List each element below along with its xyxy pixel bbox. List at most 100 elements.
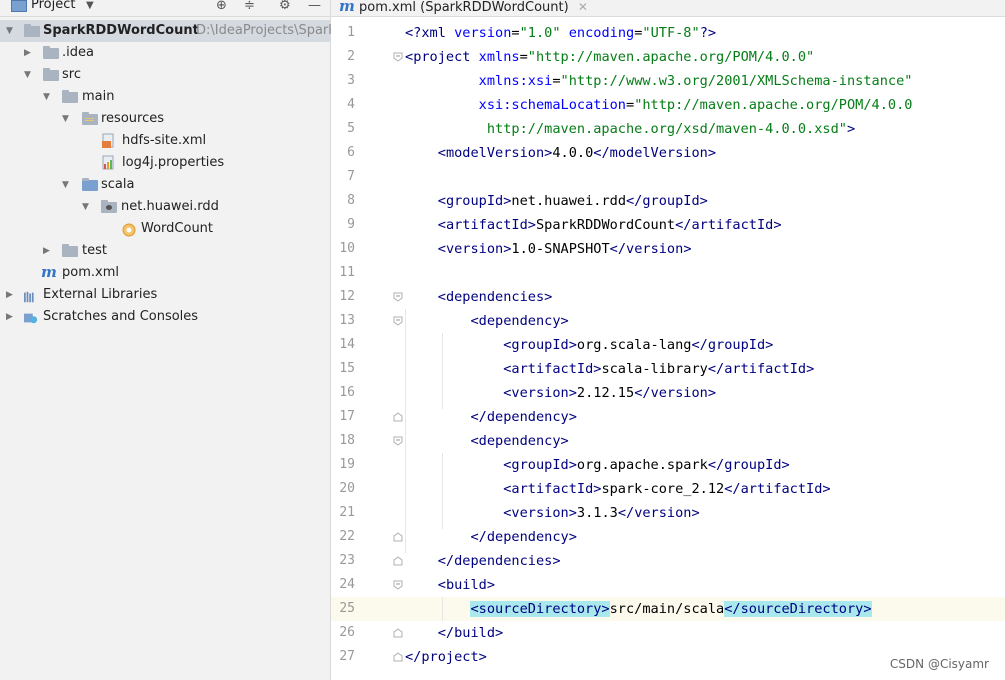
tree-item-src[interactable]: ▼ src <box>0 64 330 86</box>
collapsed-arrow-icon[interactable]: ▶ <box>43 240 50 262</box>
line-number: 15 <box>339 361 355 376</box>
gear-icon[interactable]: ⚙ <box>279 0 291 13</box>
line-number: 9 <box>347 217 355 232</box>
properties-file-icon <box>102 155 114 170</box>
tree-item-label: Scratches and Consoles <box>43 309 199 324</box>
tree-item-main[interactable]: ▼ main <box>0 86 330 108</box>
code-line: <dependency> <box>470 433 569 449</box>
code-line: <sourceDirectory>src/main/scala</sourceD… <box>470 601 872 617</box>
folder-icon <box>62 244 78 257</box>
line-number: 7 <box>347 169 355 184</box>
project-panel: Project ▼ ⊕ ≑ ⚙ — ▼ SparkRDDWordCount D:… <box>0 0 336 680</box>
line-number: 21 <box>339 505 355 520</box>
close-icon[interactable]: ✕ <box>578 0 588 14</box>
code-line: <groupId>org.apache.spark</groupId> <box>503 457 790 473</box>
folder-icon <box>62 90 78 103</box>
code-line: <dependency> <box>470 313 569 329</box>
line-number: 17 <box>339 409 355 424</box>
code-line: <groupId>net.huawei.rdd</groupId> <box>437 193 708 209</box>
line-number: 11 <box>339 265 355 280</box>
chevron-down-icon[interactable]: ▼ <box>86 0 94 11</box>
code-line: xmlns:xsi="http://www.w3.org/2001/XMLSch… <box>478 73 913 89</box>
tree-item-label: resources <box>101 111 165 126</box>
line-number: 24 <box>339 577 355 592</box>
tab-pom-xml[interactable]: m pom.xml (SparkRDDWordCount) ✕ <box>339 0 588 16</box>
expanded-arrow-icon[interactable]: ▼ <box>24 64 31 86</box>
tree-item-external-libraries[interactable]: ▶ External Libraries <box>0 284 330 306</box>
tree-item-test[interactable]: ▶ test <box>0 240 330 262</box>
code-editor[interactable]: <?xml version="1.0" encoding="UTF-8"?> <p… <box>397 17 1005 680</box>
line-number: 16 <box>339 385 355 400</box>
code-line: </dependency> <box>470 409 577 425</box>
line-number: 10 <box>339 241 355 256</box>
editor-tab-bar: m pom.xml (SparkRDDWordCount) ✕ <box>331 0 1005 17</box>
tree-item-resources[interactable]: ▼ resources <box>0 108 330 130</box>
maven-icon: m <box>41 263 57 281</box>
line-number: 18 <box>339 433 355 448</box>
expanded-arrow-icon[interactable]: ▼ <box>43 86 50 108</box>
watermark: CSDN @Cisyamr <box>889 657 989 671</box>
code-line: <artifactId>scala-library</artifactId> <box>503 361 815 377</box>
code-line: <artifactId>spark-core_2.12</artifactId> <box>503 481 831 497</box>
tree-item-label: pom.xml <box>62 265 119 280</box>
expanded-arrow-icon[interactable]: ▼ <box>6 20 13 42</box>
maven-icon: m <box>339 0 355 15</box>
line-number: 27 <box>339 649 355 664</box>
project-view-title[interactable]: Project <box>31 0 75 12</box>
collapse-all-icon[interactable]: ≑ <box>244 0 255 13</box>
line-number: 20 <box>339 481 355 496</box>
line-number: 23 <box>339 553 355 568</box>
line-number: 19 <box>339 457 355 472</box>
tree-item-package[interactable]: ▼ net.huawei.rdd <box>0 196 330 218</box>
code-line: <artifactId>SparkRDDWordCount</artifactI… <box>437 217 782 233</box>
code-line: <build> <box>437 577 496 593</box>
tree-item-hdfs-site[interactable]: hdfs-site.xml <box>0 130 330 152</box>
tab-label: pom.xml (SparkRDDWordCount) <box>359 0 569 15</box>
line-number: 4 <box>347 97 355 112</box>
line-number: 6 <box>347 145 355 160</box>
collapsed-arrow-icon[interactable]: ▶ <box>24 42 31 64</box>
tree-item-scratches[interactable]: ▶ Scratches and Consoles <box>0 306 330 328</box>
tree-item-pom[interactable]: m pom.xml <box>0 262 330 284</box>
tree-item-log4j[interactable]: log4j.properties <box>0 152 330 174</box>
folder-icon <box>24 24 40 37</box>
line-number: 1 <box>347 25 355 40</box>
collapsed-arrow-icon[interactable]: ▶ <box>6 284 13 306</box>
tree-item-label: WordCount <box>141 221 214 236</box>
line-number: 22 <box>339 529 355 544</box>
tree-item-project-root[interactable]: ▼ SparkRDDWordCount D:\IdeaProjects\Spar… <box>0 20 336 42</box>
code-line: <version>3.1.3</version> <box>503 505 700 521</box>
line-number: 3 <box>347 73 355 88</box>
tree-item-wordcount[interactable]: WordCount <box>0 218 330 240</box>
expanded-arrow-icon[interactable]: ▼ <box>82 196 89 218</box>
minimize-icon[interactable]: — <box>308 0 321 13</box>
tree-item-label: net.huawei.rdd <box>121 199 219 214</box>
expanded-arrow-icon[interactable]: ▼ <box>62 174 69 196</box>
folder-icon <box>43 46 59 59</box>
line-number: 25 <box>339 601 355 616</box>
locate-target-icon[interactable]: ⊕ <box>216 0 227 13</box>
tree-item-scala[interactable]: ▼ scala <box>0 174 330 196</box>
scala-object-icon <box>122 223 136 237</box>
line-number: 26 <box>339 625 355 640</box>
tree-item-label: main <box>82 89 115 104</box>
code-line: <modelVersion>4.0.0</modelVersion> <box>437 145 717 161</box>
project-root-path: D:\IdeaProjects\Spark <box>196 23 336 38</box>
tree-item-idea[interactable]: ▶ .idea <box>0 42 330 64</box>
folder-icon <box>43 68 59 81</box>
line-number: 13 <box>339 313 355 328</box>
collapsed-arrow-icon[interactable]: ▶ <box>6 306 13 328</box>
tree-item-label: .idea <box>62 45 94 60</box>
code-line: </dependency> <box>470 529 577 545</box>
expanded-arrow-icon[interactable]: ▼ <box>62 108 69 130</box>
tree-item-label: src <box>62 67 81 82</box>
tree-item-label: log4j.properties <box>122 155 225 170</box>
project-view-icon <box>11 0 27 12</box>
line-number: 12 <box>339 289 355 304</box>
scratches-icon <box>24 313 38 324</box>
line-number: 8 <box>347 193 355 208</box>
xml-file-icon <box>102 133 114 148</box>
code-line: <groupId>org.scala-lang</groupId> <box>503 337 774 353</box>
tree-item-label: External Libraries <box>43 287 158 302</box>
